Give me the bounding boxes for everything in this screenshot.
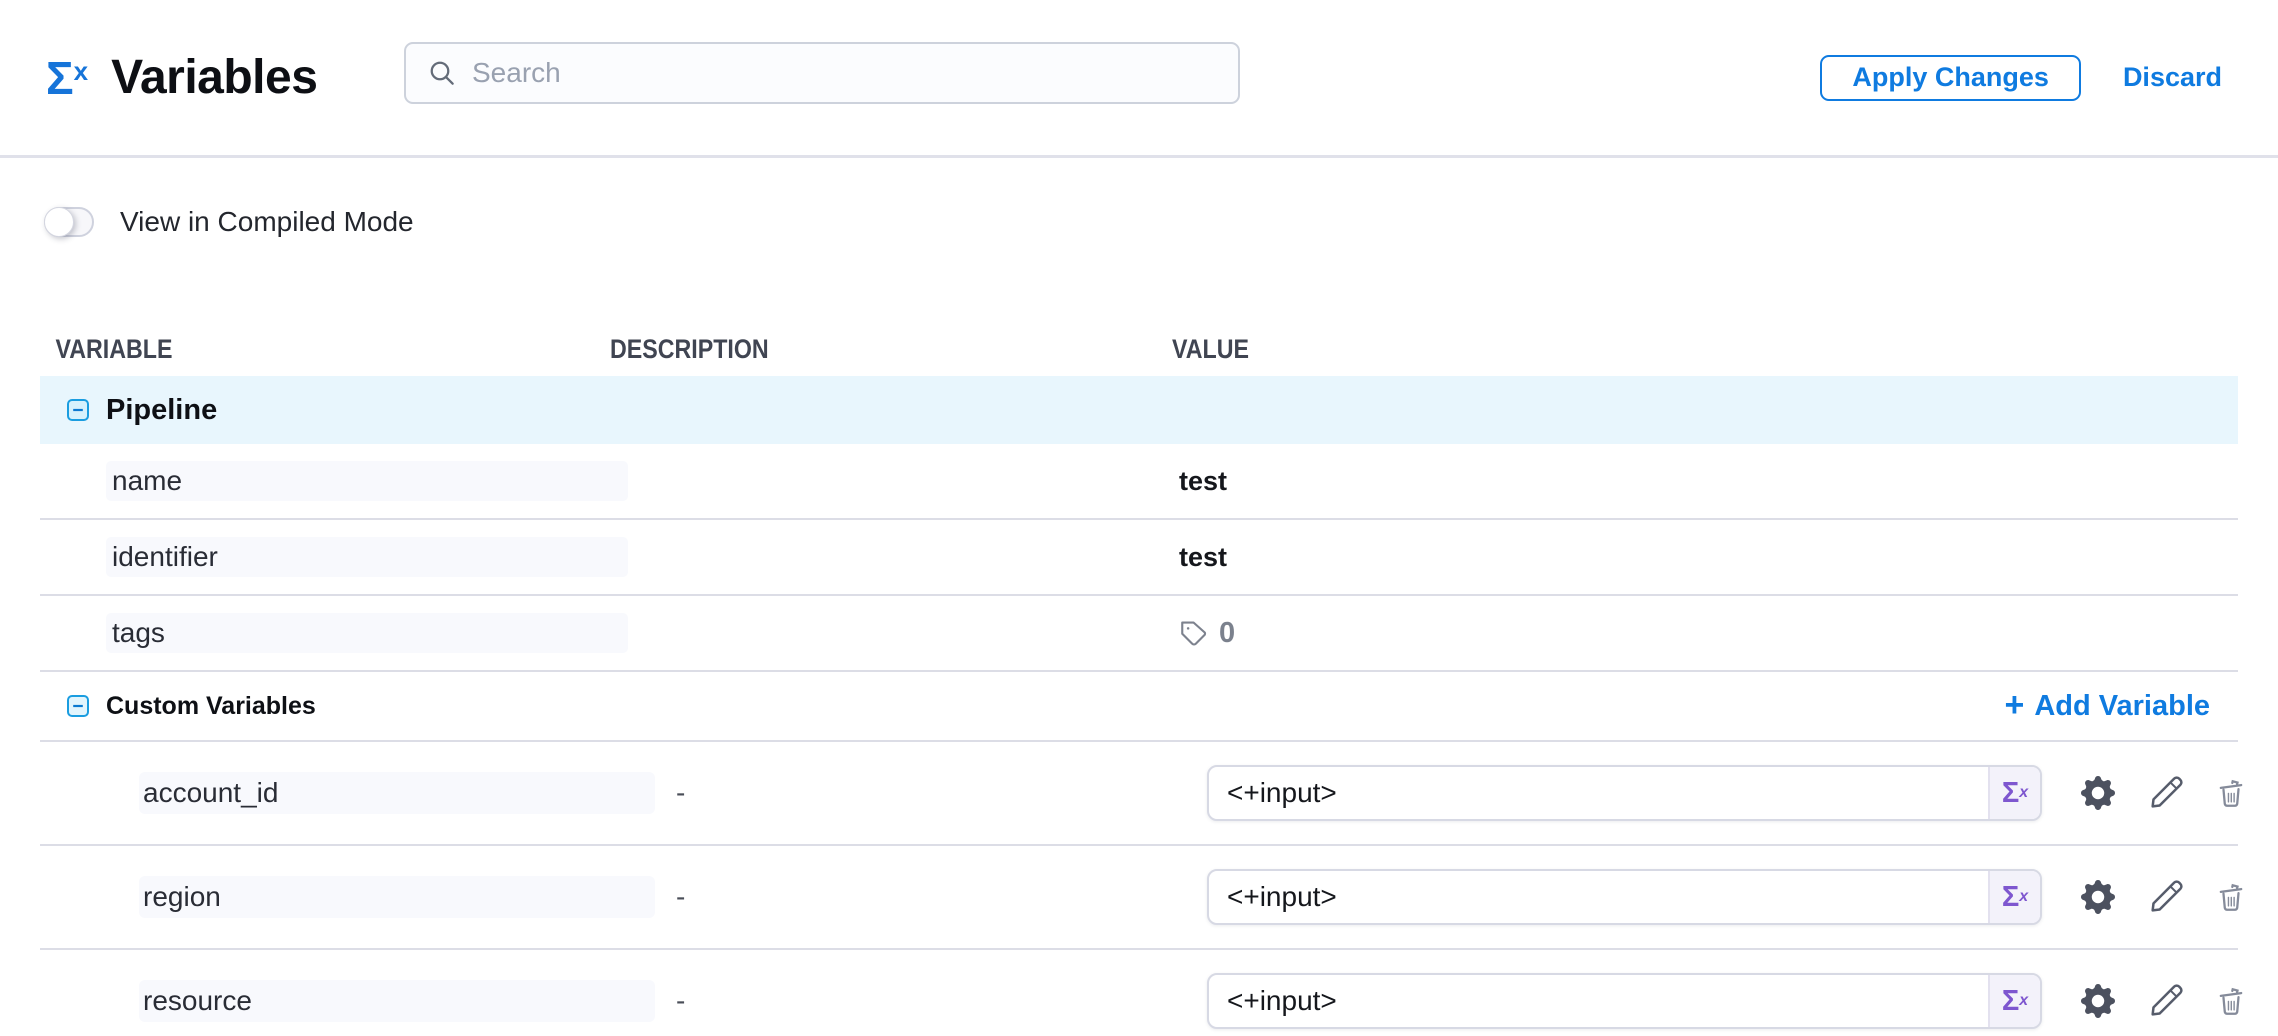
section-header-pipeline: Pipeline [40,376,2238,444]
section-title-pipeline: Pipeline [106,394,217,427]
table-row: region - Σx [40,846,2238,950]
edit-pencil-icon[interactable] [2146,981,2186,1021]
apply-changes-button[interactable]: Apply Changes [1820,55,2081,101]
description-cell: - [655,881,1189,913]
edit-pencil-icon[interactable] [2146,877,2186,917]
table-row: account_id - Σx [40,742,2238,846]
value-input[interactable]: Σx [1207,765,2042,821]
delete-trash-icon[interactable] [2214,879,2248,915]
table-row: tags 0 [40,596,2238,672]
table-row: identifier test [40,520,2238,596]
variables-table: VARIABLE DESCRIPTION VALUE Pipeline name… [40,238,2238,1036]
compiled-mode-toggle[interactable] [44,207,94,237]
variable-name-field: identifier [106,537,628,577]
variable-name-field: resource [139,980,655,1022]
page-title: Variables [111,50,317,105]
header-bar: Σx Variables Apply Changes Discard [0,0,2278,158]
variable-name-field: name [106,461,628,501]
value-cell[interactable]: test [1172,466,2238,497]
collapse-icon[interactable] [67,399,89,421]
description-cell: - [655,985,1189,1017]
brand: Σx Variables [46,0,317,155]
tag-icon [1179,618,1209,648]
expression-sigma-icon[interactable]: Σx [1988,975,2040,1027]
table-header-row: VARIABLE DESCRIPTION VALUE [40,323,2238,376]
settings-gear-icon[interactable] [2080,775,2116,811]
compiled-mode-label: View in Compiled Mode [120,206,414,238]
toggle-knob [44,207,74,237]
variable-name-field: account_id [139,772,655,814]
value-input[interactable]: Σx [1207,869,2042,925]
variable-name-field: tags [106,613,628,653]
value-input[interactable]: Σx [1207,973,2042,1029]
column-header-description: DESCRIPTION [610,334,1093,365]
delete-trash-icon[interactable] [2214,983,2248,1019]
edit-pencil-icon[interactable] [2146,773,2186,813]
section-header-custom-variables: Custom Variables + Add Variable [40,672,2238,742]
collapse-icon[interactable] [67,695,89,717]
expression-sigma-icon[interactable]: Σx [1988,767,2040,819]
sigma-variables-icon: Σx [46,55,87,101]
plus-icon: + [2004,688,2024,722]
compiled-mode-row: View in Compiled Mode [44,206,2278,238]
search-box[interactable] [404,42,1240,104]
header-actions: Apply Changes Discard [1820,0,2222,155]
section-title-custom-variables: Custom Variables [106,692,316,721]
settings-gear-icon[interactable] [2080,983,2116,1019]
value-input-field[interactable] [1209,975,1988,1027]
value-input-field[interactable] [1209,871,1988,923]
column-header-value: VALUE [1172,334,2089,365]
add-variable-button[interactable]: + Add Variable [2004,690,2210,723]
description-cell: - [655,777,1189,809]
table-row: name test [40,444,2238,520]
value-cell[interactable]: test [1172,542,2238,573]
search-icon [426,57,458,89]
value-input-field[interactable] [1209,767,1988,819]
tags-count: 0 [1219,617,1235,650]
discard-button[interactable]: Discard [2123,62,2222,93]
expression-sigma-icon[interactable]: Σx [1988,871,2040,923]
search-input[interactable] [472,57,1218,89]
value-cell[interactable]: 0 [1172,617,2238,650]
variable-name-field: region [139,876,655,918]
settings-gear-icon[interactable] [2080,879,2116,915]
column-header-variable: VARIABLE [40,334,530,365]
table-row: resource - Σx [40,950,2238,1036]
delete-trash-icon[interactable] [2214,775,2248,811]
